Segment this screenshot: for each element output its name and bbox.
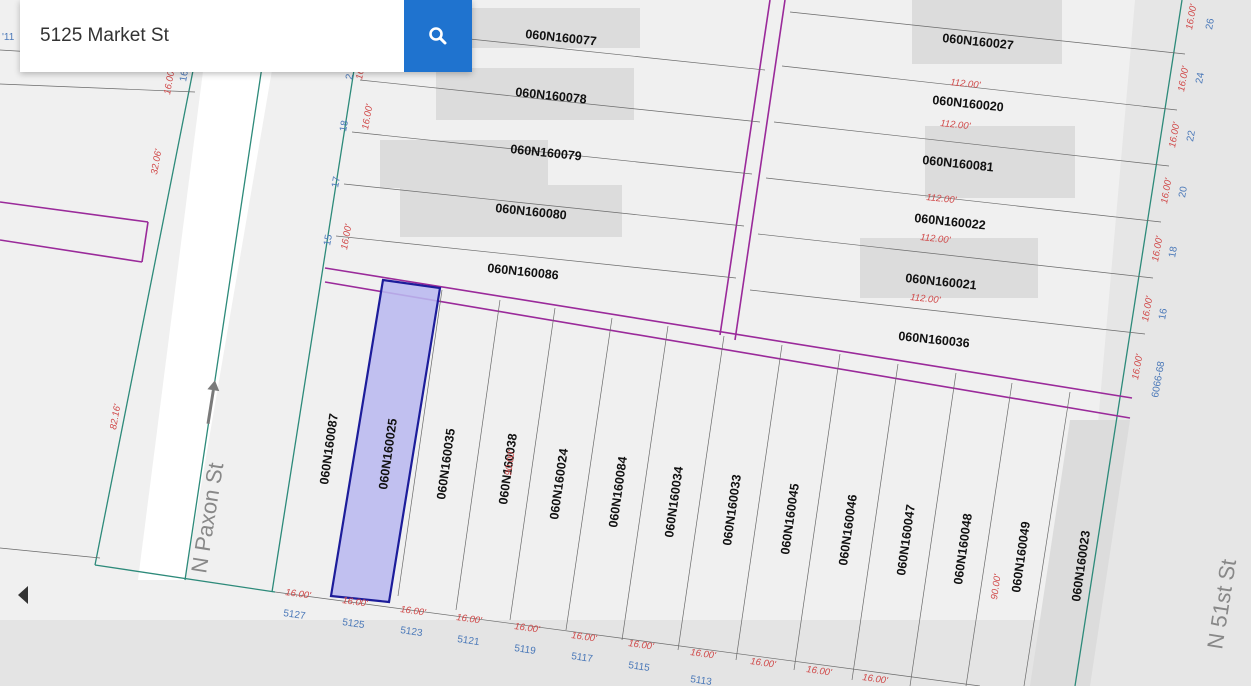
search-box	[20, 0, 472, 72]
address-label: '11	[2, 32, 15, 43]
collapse-panel-button[interactable]	[8, 580, 38, 610]
search-button[interactable]	[404, 0, 472, 72]
caret-left-icon	[18, 586, 28, 604]
address-label: 5113	[690, 674, 713, 686]
parcel-map[interactable]: 060N160077 060N160078 060N160079 060N160…	[0, 0, 1251, 686]
search-input[interactable]	[20, 0, 404, 72]
search-icon	[429, 27, 447, 45]
